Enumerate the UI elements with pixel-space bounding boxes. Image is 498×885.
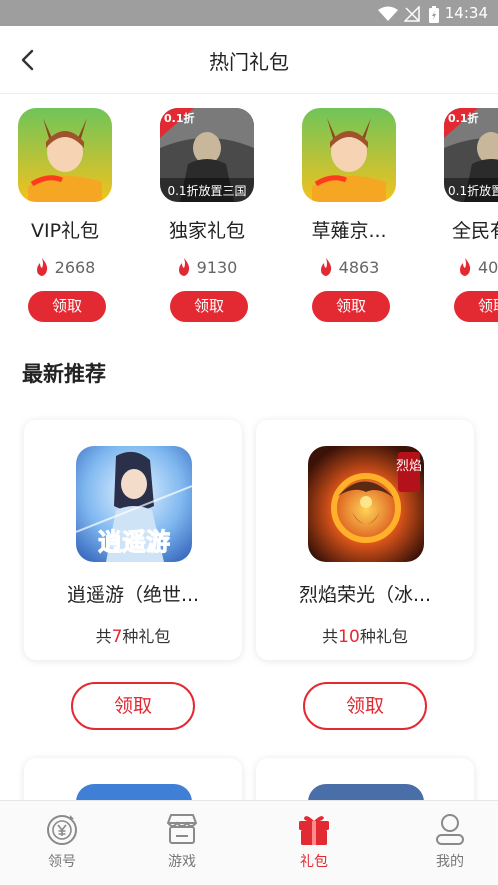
page-header: 热门礼包	[0, 26, 498, 94]
status-time: 14:34	[444, 4, 488, 22]
section-title: 最新推荐	[22, 362, 106, 386]
hot-gift-item[interactable]: 0.1折 0.1折放置 全民有 40 领取	[426, 96, 498, 336]
anime-girl-game-icon	[18, 108, 112, 202]
claim-button[interactable]: 领取	[303, 682, 427, 730]
wuxia-game-icon: 逍遥游	[76, 446, 192, 562]
user-icon	[436, 814, 464, 845]
tab-label: 领号	[48, 854, 76, 870]
wifi-icon	[378, 6, 398, 21]
recommend-card[interactable]: 逍遥游 逍遥游（绝世... 共7种礼包	[24, 420, 242, 660]
card-title: 逍遥游（绝世...	[66, 584, 200, 606]
svg-text:烈焰: 烈焰	[396, 459, 422, 474]
claim-button[interactable]: 领取	[71, 682, 195, 730]
claim-button[interactable]: 领取	[28, 291, 106, 322]
hot-gift-name: 独家礼包	[168, 220, 245, 242]
flame-icon	[320, 258, 331, 276]
recommend-card[interactable]: 烈焰 烈焰荣光（冰... 共10种礼包	[256, 420, 474, 660]
hot-gift-item[interactable]: 草薙京... 4863 领取	[284, 96, 414, 336]
gift-icon	[299, 816, 329, 845]
store-icon	[167, 814, 197, 844]
dragon-game-icon: 烈焰	[308, 446, 424, 562]
flame-icon	[36, 258, 47, 276]
hot-gift-count: 40	[458, 258, 498, 277]
card-title: 烈焰荣光（冰...	[298, 584, 432, 606]
warrior-game-icon: 0.1折 0.1折放置三国	[160, 108, 254, 202]
hot-gift-count: 4863	[284, 258, 414, 277]
tab-games[interactable]: 游戏	[120, 801, 244, 885]
bottom-tab-bar: 领号 游戏 礼包 我的	[0, 800, 498, 885]
hot-gift-name: 全民有	[452, 220, 498, 242]
flame-icon	[178, 258, 189, 276]
svg-text:0.1折: 0.1折	[448, 111, 479, 125]
gift-count: 共7种礼包	[95, 627, 171, 647]
svg-text:0.1折: 0.1折	[164, 111, 195, 125]
warrior-game-icon: 0.1折 0.1折放置	[444, 108, 498, 202]
signal-icon	[404, 6, 420, 22]
hot-gift-name: VIP礼包	[30, 220, 100, 242]
hot-gift-list[interactable]: VIP礼包 2668 领取 0.1折 0.1折放置三国 独家礼包 9130 领取	[0, 96, 498, 336]
svg-text:逍遥游: 逍遥游	[98, 528, 170, 556]
battery-icon	[429, 6, 439, 23]
tab-gifts[interactable]: 礼包	[252, 801, 376, 885]
flame-icon	[460, 258, 471, 276]
status-bar: 14:34	[0, 0, 498, 26]
hot-gift-count: 2668	[0, 258, 130, 277]
coin-icon	[47, 815, 77, 845]
hot-gift-item[interactable]: VIP礼包 2668 领取	[0, 96, 130, 336]
page-title: 热门礼包	[209, 50, 289, 74]
claim-button[interactable]: 领取	[170, 291, 248, 322]
svg-text:0.1折放置三国: 0.1折放置三国	[167, 183, 246, 198]
tab-label: 我的	[436, 854, 464, 870]
tab-me[interactable]: 我的	[388, 801, 498, 885]
hot-gift-count: 9130	[142, 258, 272, 277]
gift-count: 共10种礼包	[322, 627, 408, 647]
claim-button[interactable]: 领取	[454, 291, 498, 322]
tab-account[interactable]: 领号	[0, 801, 124, 885]
tab-label: 礼包	[300, 854, 328, 870]
claim-button[interactable]: 领取	[312, 291, 390, 322]
anime-girl-game-icon	[302, 108, 396, 202]
svg-text:0.1折放置: 0.1折放置	[448, 183, 498, 198]
hot-gift-name: 草薙京...	[311, 220, 387, 242]
tab-label: 游戏	[168, 854, 196, 870]
hot-gift-item[interactable]: 0.1折 0.1折放置三国 独家礼包 9130 领取	[142, 96, 272, 336]
